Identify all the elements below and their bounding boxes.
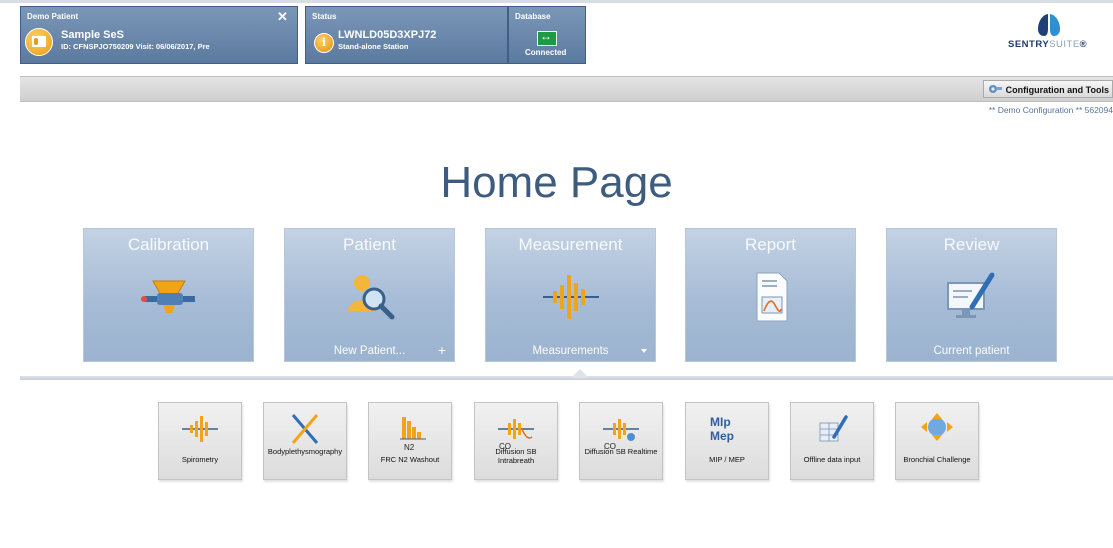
database-panel[interactable]: Database Connected bbox=[508, 6, 586, 64]
configuration-and-tools-button[interactable]: Configuration and Tools bbox=[982, 80, 1113, 98]
patient-id-card-icon bbox=[25, 28, 53, 56]
toolbar-strip: Configuration and Tools bbox=[20, 76, 1113, 102]
mip-mep-button[interactable]: MIp Mep MIP / MEP bbox=[685, 402, 769, 480]
diffusion-realtime-icon bbox=[603, 419, 639, 441]
frc-n2-washout-button[interactable]: N2 FRC N2 Washout bbox=[368, 402, 452, 480]
patient-search-icon bbox=[347, 275, 394, 320]
measurements-label: Measurements bbox=[532, 345, 609, 357]
new-patient-button[interactable]: New Patient... + bbox=[285, 343, 454, 359]
mep-overlay: Mep bbox=[710, 429, 734, 443]
bronchial-challenge-button[interactable]: Bronchial Challenge bbox=[895, 402, 979, 480]
spirometry-button[interactable]: Spirometry bbox=[158, 402, 242, 480]
status-panel[interactable]: Status i LWNLD05D3XPJ72 Stand-alone Stat… bbox=[305, 6, 508, 64]
divider-pointer bbox=[571, 369, 589, 378]
diffusion-intrabreath-icon bbox=[498, 419, 534, 439]
measurement-label: Bodyplethysmography bbox=[267, 447, 343, 456]
sentry-suite-logo: SENTRYSUITE® bbox=[1008, 39, 1087, 50]
patient-panel[interactable]: Demo Patient ✕ Sample SeS ID: CFNSPJO750… bbox=[20, 6, 298, 64]
offline-data-icon bbox=[819, 415, 848, 442]
offline-data-input-button[interactable]: Offline data input bbox=[790, 402, 874, 480]
tile-title: Report bbox=[744, 235, 797, 254]
measurement-label: Diffusion SB Intrabreath bbox=[495, 447, 537, 465]
plus-icon: + bbox=[437, 342, 446, 358]
mip-overlay: MIp bbox=[710, 415, 731, 429]
tile-report[interactable]: Report bbox=[685, 228, 856, 362]
tools-icon bbox=[988, 85, 1002, 93]
current-patient-button[interactable]: Current patient bbox=[887, 343, 1056, 359]
waveform-icon bbox=[542, 275, 599, 319]
demo-configuration-text: ** Demo Configuration ** 562094 bbox=[988, 105, 1113, 115]
status-panel-title: Status bbox=[312, 12, 337, 21]
new-patient-label: New Patient... bbox=[333, 345, 406, 357]
n2-washout-icon bbox=[400, 417, 426, 440]
database-connected-icon bbox=[537, 29, 557, 46]
tile-title: Review bbox=[943, 235, 1000, 254]
tile-title: Calibration bbox=[127, 235, 210, 254]
diffusion-sb-intrabreath-button[interactable]: CO Diffusion SB Intrabreath bbox=[474, 402, 558, 480]
diffusion-sb-realtime-button[interactable]: CO Diffusion SB Realtime bbox=[579, 402, 663, 480]
close-icon[interactable]: ✕ bbox=[277, 9, 288, 25]
tile-title: Patient bbox=[343, 235, 396, 254]
measurement-label: FRC N2 Washout bbox=[380, 455, 440, 464]
tile-review[interactable]: Review Current patient bbox=[886, 228, 1057, 362]
measurement-label: Bronchial Challenge bbox=[903, 455, 971, 464]
tile-measurement[interactable]: Measurement Measurements bbox=[485, 228, 656, 362]
sentry-lungs-logo-icon bbox=[1038, 14, 1060, 36]
database-status: Connected bbox=[525, 48, 567, 57]
tile-calibration[interactable]: Calibration bbox=[83, 228, 254, 362]
tile-title: Measurement bbox=[518, 235, 623, 254]
chevron-down-icon bbox=[641, 349, 647, 353]
calibration-icon bbox=[140, 280, 195, 313]
review-icon bbox=[946, 272, 994, 318]
patient-panel-title: Demo Patient bbox=[27, 12, 79, 21]
patient-details: ID: CFNSPJO750209 Visit: 06/06/2017, Pre bbox=[61, 42, 210, 51]
n2-overlay: N2 bbox=[404, 443, 415, 452]
section-divider bbox=[20, 376, 1113, 380]
measurement-label: MIP / MEP bbox=[709, 455, 745, 464]
brand-name-b: SUITE bbox=[1049, 39, 1080, 50]
configuration-and-tools-label: Configuration and Tools bbox=[1005, 85, 1109, 95]
page-title: Home Page bbox=[440, 158, 673, 207]
measurements-dropdown[interactable]: Measurements bbox=[486, 343, 655, 359]
spirometry-icon bbox=[182, 416, 218, 442]
station-type: Stand-alone Station bbox=[338, 42, 409, 51]
current-patient-label: Current patient bbox=[933, 345, 1010, 357]
database-panel-title: Database bbox=[515, 12, 551, 21]
bodyplethysmography-button[interactable]: Bodyplethysmography bbox=[263, 402, 347, 480]
station-id: LWNLD05D3XPJ72 bbox=[338, 29, 437, 41]
brand-registered-mark: ® bbox=[1079, 39, 1088, 50]
bronchial-challenge-icon bbox=[921, 413, 953, 441]
measurement-label: Spirometry bbox=[181, 455, 219, 464]
bodyplethysmography-icon bbox=[291, 414, 319, 444]
measurement-label: Diffusion SB Realtime bbox=[584, 447, 658, 456]
measurement-label: Offline data input bbox=[803, 455, 861, 464]
brand-name-a: SENTRY bbox=[1008, 39, 1050, 50]
info-icon: i bbox=[314, 33, 334, 53]
report-icon bbox=[756, 272, 787, 322]
window-top-border bbox=[0, 0, 1113, 3]
patient-name: Sample SeS bbox=[61, 29, 124, 41]
tile-patient[interactable]: Patient New Patient... + bbox=[284, 228, 455, 362]
